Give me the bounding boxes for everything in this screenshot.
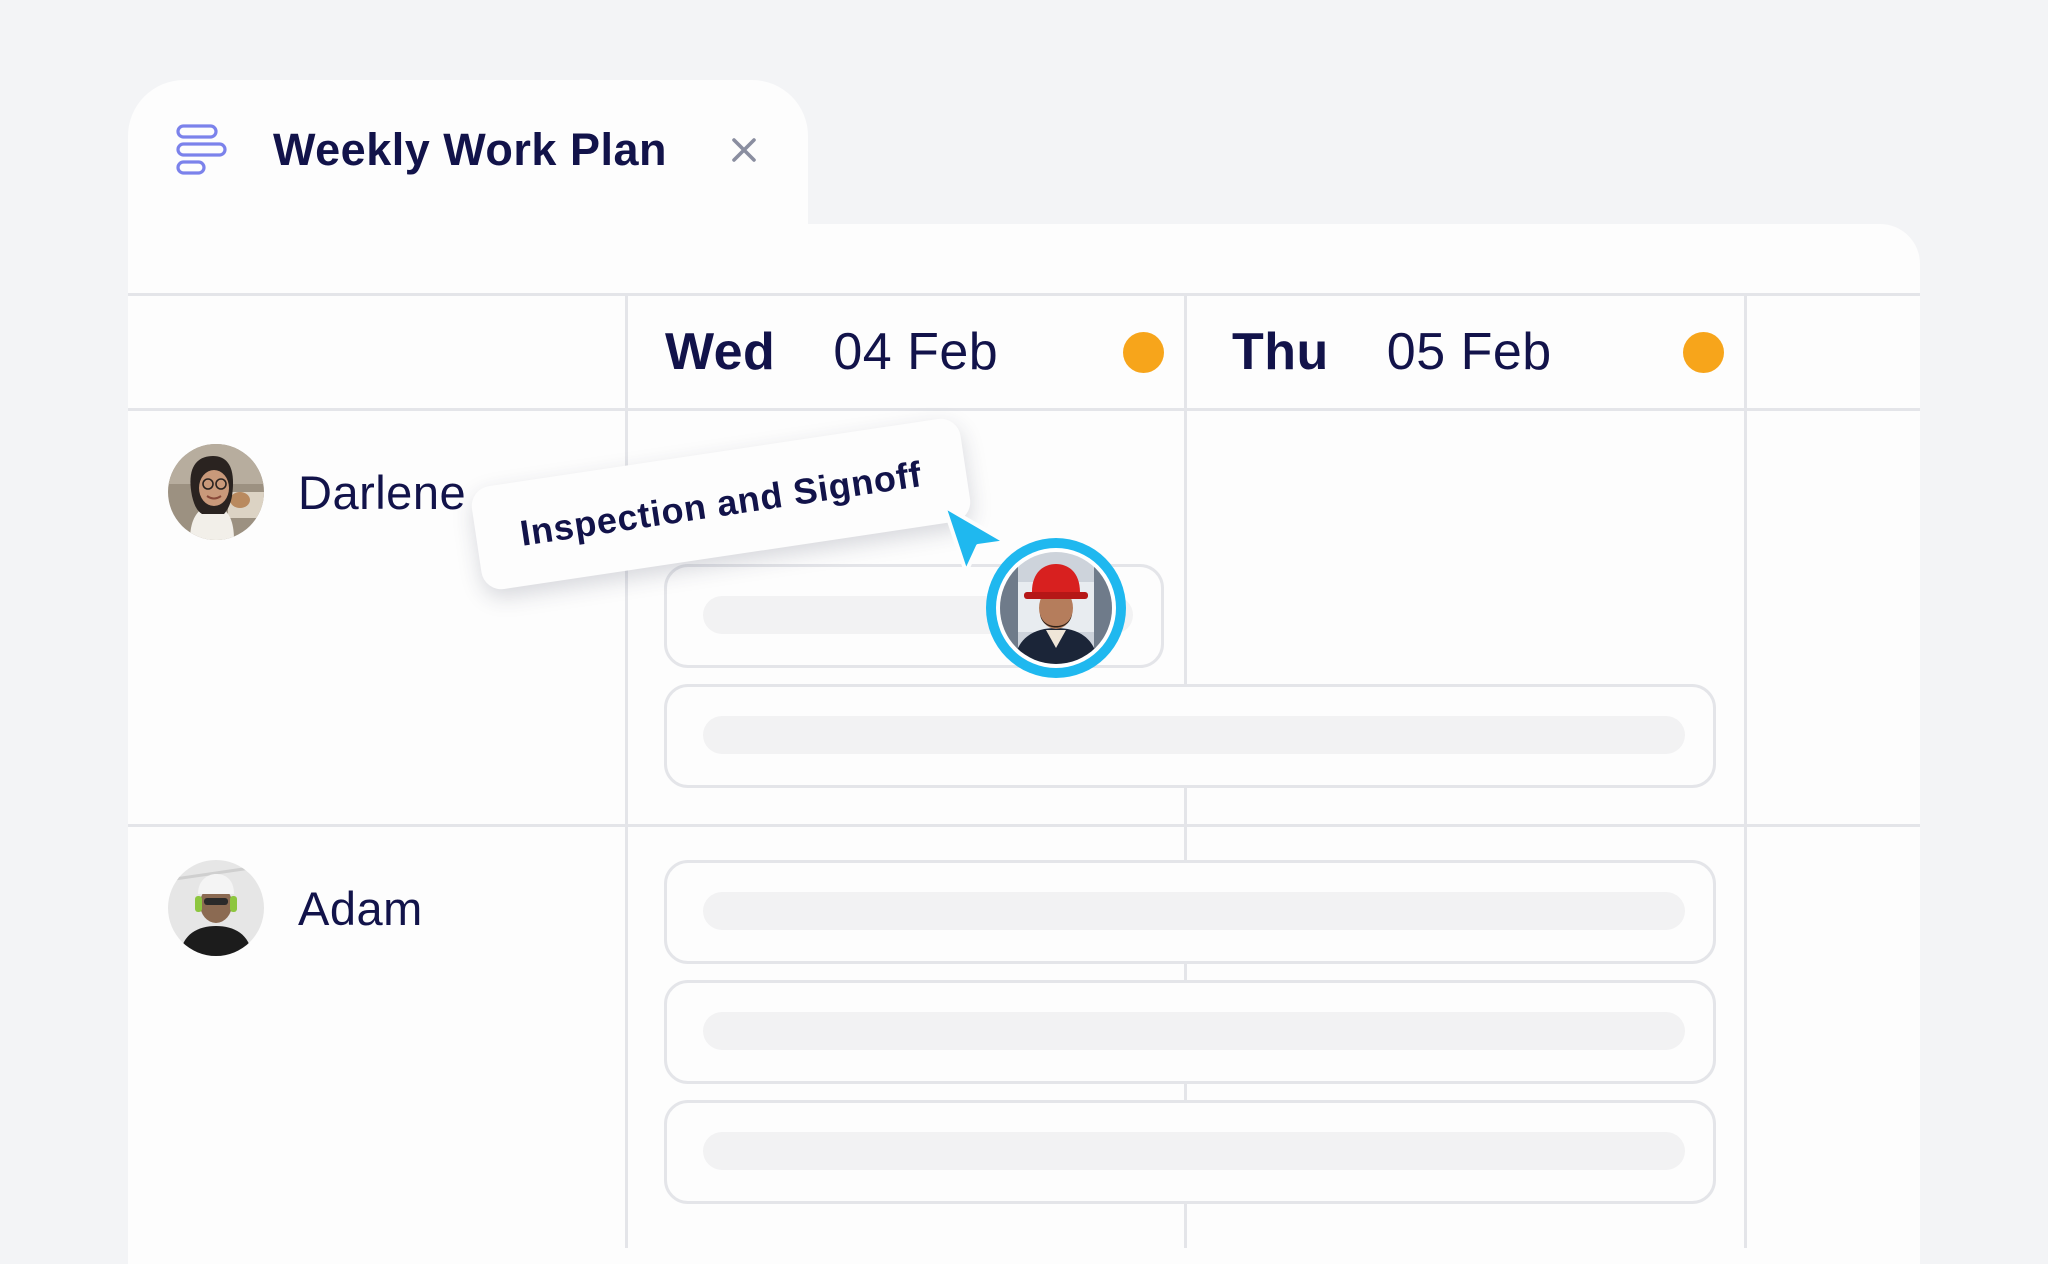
dragging-user-avatar [986, 538, 1126, 678]
task-placeholder-bar [703, 716, 1685, 754]
avatar [168, 444, 264, 540]
person-name: Darlene [298, 465, 467, 519]
task-card[interactable] [664, 684, 1716, 788]
task-card[interactable] [664, 860, 1716, 964]
status-dot [1683, 332, 1724, 373]
task-placeholder-bar [703, 1132, 1685, 1170]
day-date: 04 Feb [833, 323, 999, 381]
column-header-wed: Wed 04 Feb [665, 296, 998, 408]
tab-title: Weekly Work Plan [273, 124, 667, 175]
gantt-icon [176, 124, 227, 175]
day-name: Wed [665, 323, 776, 381]
day-date: 05 Feb [1386, 323, 1552, 381]
grid-line [625, 295, 628, 1248]
column-header-thu: Thu 05 Feb [1232, 296, 1552, 408]
avatar [1000, 552, 1112, 664]
task-card[interactable] [664, 980, 1716, 1084]
grid-line [128, 293, 1920, 296]
grid-line [1744, 295, 1747, 1248]
tab-weekly-work-plan[interactable]: Weekly Work Plan [128, 80, 808, 240]
grid-line [128, 824, 1920, 827]
task-card[interactable] [664, 1100, 1716, 1204]
row-header-adam[interactable]: Adam [168, 860, 423, 956]
close-icon[interactable] [724, 130, 764, 170]
row-header-darlene[interactable]: Darlene [168, 444, 466, 540]
avatar-ring [996, 548, 1116, 668]
person-name: Adam [298, 881, 423, 935]
day-name: Thu [1232, 323, 1329, 381]
task-placeholder-bar [703, 892, 1685, 930]
task-placeholder-bar [703, 1012, 1685, 1050]
avatar [168, 860, 264, 956]
status-dot [1123, 332, 1164, 373]
grid-line [128, 408, 1920, 411]
